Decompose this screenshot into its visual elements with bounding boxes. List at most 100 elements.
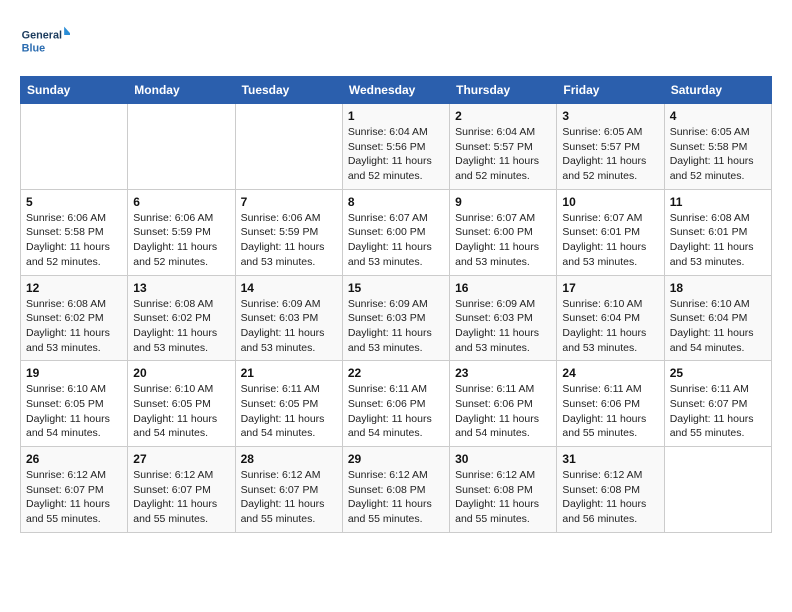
sunset-text: Sunset: 6:05 PM [241,398,319,410]
calendar-week-row: 1 Sunrise: 6:04 AM Sunset: 5:56 PM Dayli… [21,104,772,190]
day-info: Sunrise: 6:05 AM Sunset: 5:58 PM Dayligh… [670,125,766,184]
day-info: Sunrise: 6:11 AM Sunset: 6:05 PM Dayligh… [241,382,337,441]
calendar-week-row: 5 Sunrise: 6:06 AM Sunset: 5:58 PM Dayli… [21,189,772,275]
sunset-text: Sunset: 6:01 PM [670,226,748,238]
day-number: 19 [26,366,122,380]
daylight-text: Daylight: 11 hours and 54 minutes. [670,327,754,354]
daylight-text: Daylight: 11 hours and 55 minutes. [670,413,754,440]
day-info: Sunrise: 6:11 AM Sunset: 6:07 PM Dayligh… [670,382,766,441]
sunset-text: Sunset: 6:08 PM [562,484,640,496]
daylight-text: Daylight: 11 hours and 55 minutes. [133,498,217,525]
sunset-text: Sunset: 6:05 PM [133,398,211,410]
day-info: Sunrise: 6:06 AM Sunset: 5:59 PM Dayligh… [133,211,229,270]
weekday-header: Sunday [21,77,128,104]
calendar-cell [128,104,235,190]
sunrise-text: Sunrise: 6:12 AM [133,469,213,481]
logo: General Blue [20,20,70,60]
calendar-cell: 2 Sunrise: 6:04 AM Sunset: 5:57 PM Dayli… [450,104,557,190]
daylight-text: Daylight: 11 hours and 53 minutes. [133,327,217,354]
daylight-text: Daylight: 11 hours and 52 minutes. [26,241,110,268]
sunrise-text: Sunrise: 6:07 AM [455,212,535,224]
weekday-header: Saturday [664,77,771,104]
sunrise-text: Sunrise: 6:07 AM [562,212,642,224]
calendar-cell: 30 Sunrise: 6:12 AM Sunset: 6:08 PM Dayl… [450,447,557,533]
weekday-header: Wednesday [342,77,449,104]
day-number: 13 [133,281,229,295]
day-info: Sunrise: 6:12 AM Sunset: 6:07 PM Dayligh… [241,468,337,527]
sunset-text: Sunset: 5:59 PM [133,226,211,238]
sunrise-text: Sunrise: 6:12 AM [455,469,535,481]
day-info: Sunrise: 6:04 AM Sunset: 5:56 PM Dayligh… [348,125,444,184]
daylight-text: Daylight: 11 hours and 53 minutes. [670,241,754,268]
svg-text:Blue: Blue [22,43,45,55]
calendar-cell: 5 Sunrise: 6:06 AM Sunset: 5:58 PM Dayli… [21,189,128,275]
daylight-text: Daylight: 11 hours and 53 minutes. [562,241,646,268]
daylight-text: Daylight: 11 hours and 53 minutes. [26,327,110,354]
day-number: 31 [562,452,658,466]
sunrise-text: Sunrise: 6:12 AM [562,469,642,481]
day-info: Sunrise: 6:09 AM Sunset: 6:03 PM Dayligh… [455,297,551,356]
sunset-text: Sunset: 6:08 PM [455,484,533,496]
sunset-text: Sunset: 5:58 PM [26,226,104,238]
sunrise-text: Sunrise: 6:05 AM [562,126,642,138]
day-number: 26 [26,452,122,466]
weekday-header: Thursday [450,77,557,104]
calendar-cell: 26 Sunrise: 6:12 AM Sunset: 6:07 PM Dayl… [21,447,128,533]
sunrise-text: Sunrise: 6:08 AM [26,298,106,310]
calendar-cell: 9 Sunrise: 6:07 AM Sunset: 6:00 PM Dayli… [450,189,557,275]
day-info: Sunrise: 6:08 AM Sunset: 6:01 PM Dayligh… [670,211,766,270]
calendar-cell: 10 Sunrise: 6:07 AM Sunset: 6:01 PM Dayl… [557,189,664,275]
day-info: Sunrise: 6:09 AM Sunset: 6:03 PM Dayligh… [348,297,444,356]
svg-text:General: General [22,29,62,41]
sunset-text: Sunset: 6:03 PM [348,312,426,324]
sunset-text: Sunset: 6:06 PM [455,398,533,410]
day-info: Sunrise: 6:12 AM Sunset: 6:07 PM Dayligh… [133,468,229,527]
sunrise-text: Sunrise: 6:09 AM [348,298,428,310]
daylight-text: Daylight: 11 hours and 52 minutes. [562,155,646,182]
daylight-text: Daylight: 11 hours and 53 minutes. [562,327,646,354]
daylight-text: Daylight: 11 hours and 53 minutes. [241,327,325,354]
sunrise-text: Sunrise: 6:11 AM [670,383,749,395]
sunset-text: Sunset: 6:07 PM [670,398,748,410]
calendar-cell: 20 Sunrise: 6:10 AM Sunset: 6:05 PM Dayl… [128,361,235,447]
calendar-cell: 25 Sunrise: 6:11 AM Sunset: 6:07 PM Dayl… [664,361,771,447]
sunset-text: Sunset: 6:01 PM [562,226,640,238]
sunset-text: Sunset: 6:08 PM [348,484,426,496]
calendar-cell: 29 Sunrise: 6:12 AM Sunset: 6:08 PM Dayl… [342,447,449,533]
daylight-text: Daylight: 11 hours and 54 minutes. [241,413,325,440]
day-info: Sunrise: 6:10 AM Sunset: 6:05 PM Dayligh… [26,382,122,441]
day-info: Sunrise: 6:06 AM Sunset: 5:58 PM Dayligh… [26,211,122,270]
sunset-text: Sunset: 6:00 PM [455,226,533,238]
day-number: 30 [455,452,551,466]
daylight-text: Daylight: 11 hours and 55 minutes. [241,498,325,525]
day-number: 16 [455,281,551,295]
calendar-cell [664,447,771,533]
day-info: Sunrise: 6:12 AM Sunset: 6:08 PM Dayligh… [455,468,551,527]
calendar-cell: 6 Sunrise: 6:06 AM Sunset: 5:59 PM Dayli… [128,189,235,275]
sunrise-text: Sunrise: 6:12 AM [348,469,428,481]
day-number: 15 [348,281,444,295]
sunset-text: Sunset: 6:03 PM [241,312,319,324]
day-info: Sunrise: 6:04 AM Sunset: 5:57 PM Dayligh… [455,125,551,184]
sunrise-text: Sunrise: 6:05 AM [670,126,750,138]
day-info: Sunrise: 6:05 AM Sunset: 5:57 PM Dayligh… [562,125,658,184]
day-number: 20 [133,366,229,380]
day-number: 1 [348,109,444,123]
day-number: 24 [562,366,658,380]
day-number: 11 [670,195,766,209]
calendar-cell: 12 Sunrise: 6:08 AM Sunset: 6:02 PM Dayl… [21,275,128,361]
calendar-cell: 16 Sunrise: 6:09 AM Sunset: 6:03 PM Dayl… [450,275,557,361]
day-number: 3 [562,109,658,123]
calendar-table: SundayMondayTuesdayWednesdayThursdayFrid… [20,76,772,533]
day-number: 17 [562,281,658,295]
calendar-cell: 3 Sunrise: 6:05 AM Sunset: 5:57 PM Dayli… [557,104,664,190]
sunrise-text: Sunrise: 6:11 AM [241,383,320,395]
daylight-text: Daylight: 11 hours and 55 minutes. [455,498,539,525]
daylight-text: Daylight: 11 hours and 53 minutes. [455,327,539,354]
sunset-text: Sunset: 5:59 PM [241,226,319,238]
calendar-cell: 31 Sunrise: 6:12 AM Sunset: 6:08 PM Dayl… [557,447,664,533]
day-info: Sunrise: 6:11 AM Sunset: 6:06 PM Dayligh… [562,382,658,441]
sunrise-text: Sunrise: 6:07 AM [348,212,428,224]
day-info: Sunrise: 6:10 AM Sunset: 6:05 PM Dayligh… [133,382,229,441]
daylight-text: Daylight: 11 hours and 55 minutes. [562,413,646,440]
